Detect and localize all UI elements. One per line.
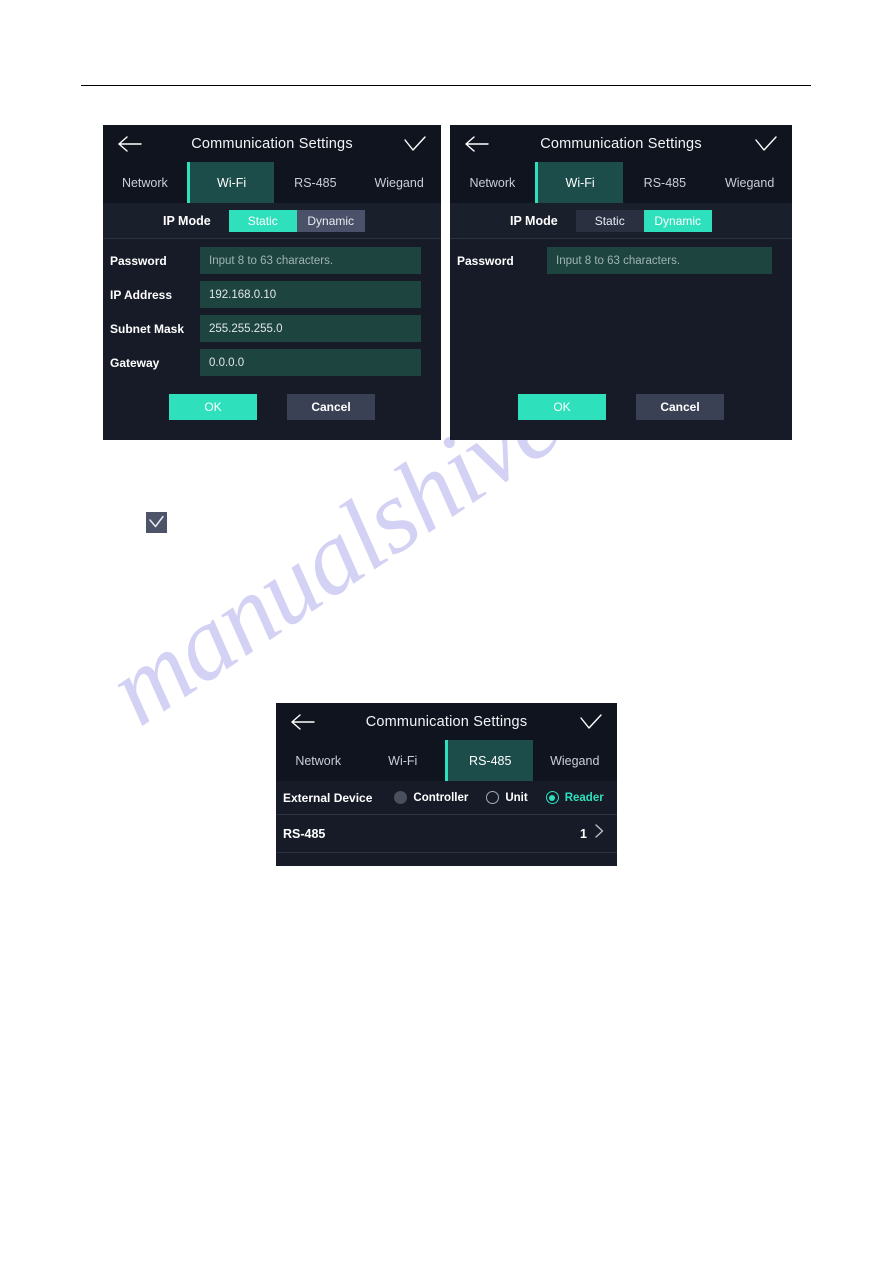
password-label: Password [110, 253, 167, 268]
list-item-value-group: 1 [580, 823, 605, 844]
tabbar: Network Wi-Fi RS-485 Wiegand [103, 162, 441, 203]
tab-wiegand[interactable]: Wiegand [533, 740, 618, 781]
ip-mode-segmented-control: Static Dynamic [575, 209, 712, 232]
titlebar: Communication Settings [276, 703, 617, 740]
ip-mode-segmented-control: Static Dynamic [228, 209, 365, 232]
field-row-gateway: Gateway 0.0.0.0 [103, 349, 441, 376]
tab-rs485[interactable]: RS-485 [274, 162, 358, 203]
back-arrow-icon[interactable] [290, 713, 316, 731]
tab-wifi[interactable]: Wi-Fi [534, 162, 623, 203]
ip-mode-row: IP Mode Static Dynamic [450, 203, 792, 239]
radio-label-reader: Reader [564, 791, 604, 804]
cancel-button[interactable]: Cancel [636, 394, 724, 420]
subnet-mask-input[interactable]: 255.255.255.0 [200, 315, 421, 342]
ip-address-input[interactable]: 192.168.0.10 [200, 281, 421, 308]
tab-network[interactable]: Network [103, 162, 187, 203]
radio-option-unit[interactable]: Unit [486, 791, 528, 804]
tab-wifi[interactable]: Wi-Fi [186, 162, 274, 203]
page-title: Communication Settings [191, 135, 353, 152]
tab-wifi[interactable]: Wi-Fi [361, 740, 446, 781]
external-device-row: External Device Controller Unit Reader [276, 781, 617, 815]
ip-mode-option-static[interactable]: Static [575, 209, 644, 232]
cancel-button[interactable]: Cancel [287, 394, 375, 420]
radio-circle-icon [486, 791, 500, 804]
checkmark-icon[interactable] [403, 135, 427, 153]
radio-circle-icon [394, 791, 408, 804]
external-device-label: External Device [283, 790, 373, 805]
back-arrow-icon[interactable] [464, 135, 490, 153]
external-device-radio-group: Controller Unit Reader [394, 791, 604, 804]
tabbar: Network Wi-Fi RS-485 Wiegand [450, 162, 792, 203]
password-input[interactable]: Input 8 to 63 characters. [200, 247, 421, 274]
field-row-ip-address: IP Address 192.168.0.10 [103, 281, 441, 308]
tab-rs485[interactable]: RS-485 [445, 740, 533, 781]
tab-wiegand[interactable]: Wiegand [357, 162, 441, 203]
list-item-value: 1 [580, 826, 587, 841]
checkmark-icon[interactable] [579, 713, 603, 731]
tab-network[interactable]: Network [450, 162, 535, 203]
device-screen-wifi-static: Communication Settings Network Wi-Fi RS-… [103, 125, 441, 440]
titlebar: Communication Settings [103, 125, 441, 162]
device-screen-wifi-dynamic: Communication Settings Network Wi-Fi RS-… [450, 125, 792, 440]
ip-mode-row: IP Mode Static Dynamic [103, 203, 441, 239]
field-row-password: Password Input 8 to 63 characters. [450, 247, 792, 274]
back-arrow-icon[interactable] [117, 135, 143, 153]
page-header-rule [81, 85, 811, 86]
gateway-input[interactable]: 0.0.0.0 [200, 349, 421, 376]
tab-wiegand[interactable]: Wiegand [707, 162, 792, 203]
radio-option-reader[interactable]: Reader [545, 791, 604, 804]
ip-mode-option-dynamic[interactable]: Dynamic [296, 209, 365, 232]
password-label: Password [457, 253, 514, 268]
field-row-password: Password Input 8 to 63 characters. [103, 247, 441, 274]
radio-option-controller[interactable]: Controller [394, 791, 468, 804]
list-item-rs485-address[interactable]: RS-485 1 [276, 815, 617, 853]
list-item-label: RS-485 [283, 826, 326, 841]
checkmark-icon[interactable] [754, 135, 778, 153]
radio-label-unit: Unit [505, 791, 528, 804]
page-title: Communication Settings [540, 135, 702, 152]
device-screen-rs485: Communication Settings Network Wi-Fi RS-… [276, 703, 617, 866]
button-row: OK Cancel [450, 394, 792, 420]
subnet-mask-label: Subnet Mask [110, 321, 185, 336]
ip-address-label: IP Address [110, 287, 173, 302]
gateway-label: Gateway [110, 355, 160, 370]
ok-button[interactable]: OK [518, 394, 606, 420]
wifi-static-form: Password Input 8 to 63 characters. IP Ad… [103, 239, 441, 376]
tabbar: Network Wi-Fi RS-485 Wiegand [276, 740, 617, 781]
checkbox-checked-icon [146, 512, 167, 533]
chevron-right-icon [594, 823, 605, 844]
password-input[interactable]: Input 8 to 63 characters. [547, 247, 772, 274]
ip-mode-option-dynamic[interactable]: Dynamic [643, 209, 712, 232]
tab-network[interactable]: Network [276, 740, 361, 781]
button-row: OK Cancel [103, 394, 441, 420]
ip-mode-label: IP Mode [510, 213, 558, 228]
field-row-subnet-mask: Subnet Mask 255.255.255.0 [103, 315, 441, 342]
wifi-dynamic-form: Password Input 8 to 63 characters. [450, 239, 792, 274]
ok-button[interactable]: OK [169, 394, 257, 420]
page-title: Communication Settings [365, 713, 528, 730]
tab-rs485[interactable]: RS-485 [623, 162, 708, 203]
ip-mode-label: IP Mode [163, 213, 211, 228]
ip-mode-option-static[interactable]: Static [228, 209, 297, 232]
titlebar: Communication Settings [450, 125, 792, 162]
radio-label-controller: Controller [413, 791, 469, 804]
radio-circle-selected-icon [545, 791, 559, 804]
